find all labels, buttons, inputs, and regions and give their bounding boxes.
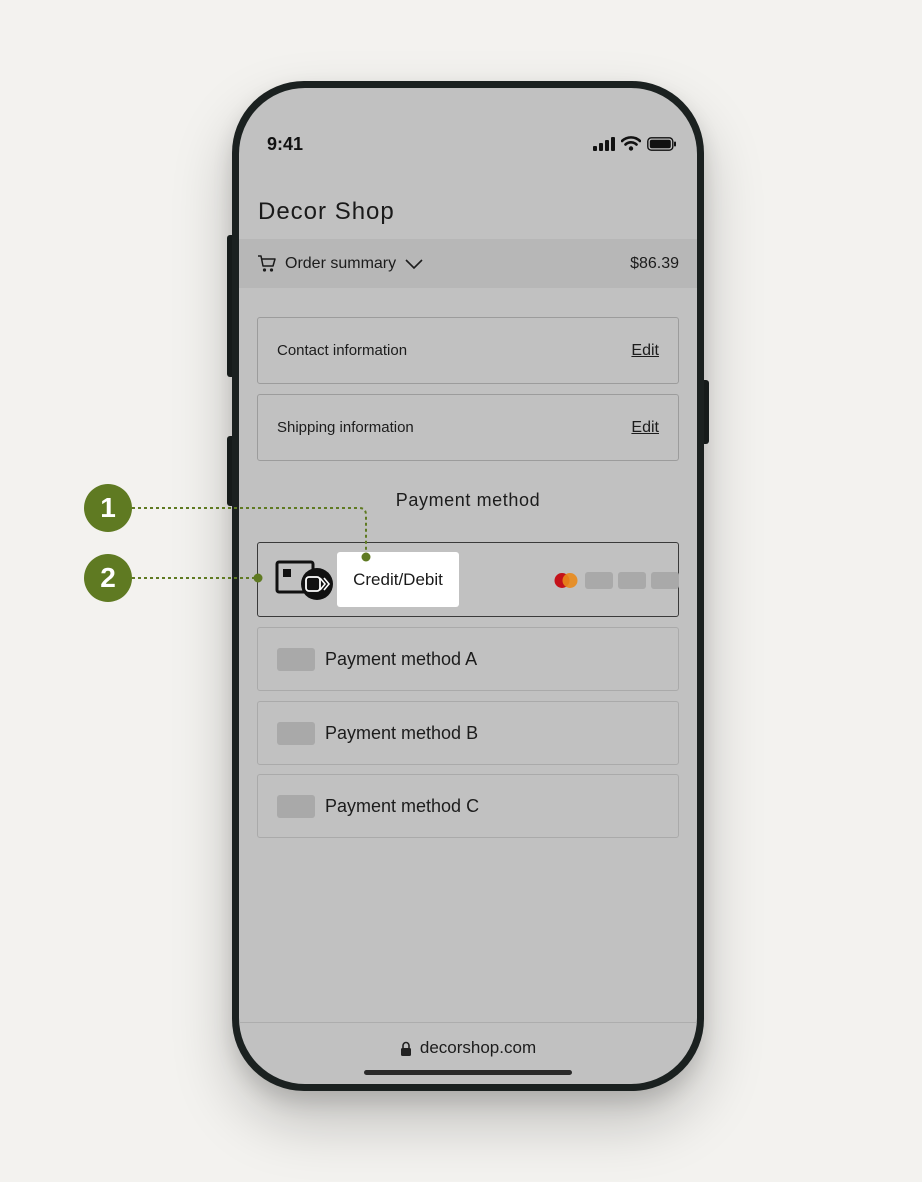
callout-2-anchor <box>253 573 263 583</box>
callout-1-connector <box>132 507 367 556</box>
callout-1-anchor <box>361 552 371 562</box>
callout-2: 2 <box>84 554 132 602</box>
callout-1: 1 <box>84 484 132 532</box>
callout-connectors <box>132 507 371 583</box>
